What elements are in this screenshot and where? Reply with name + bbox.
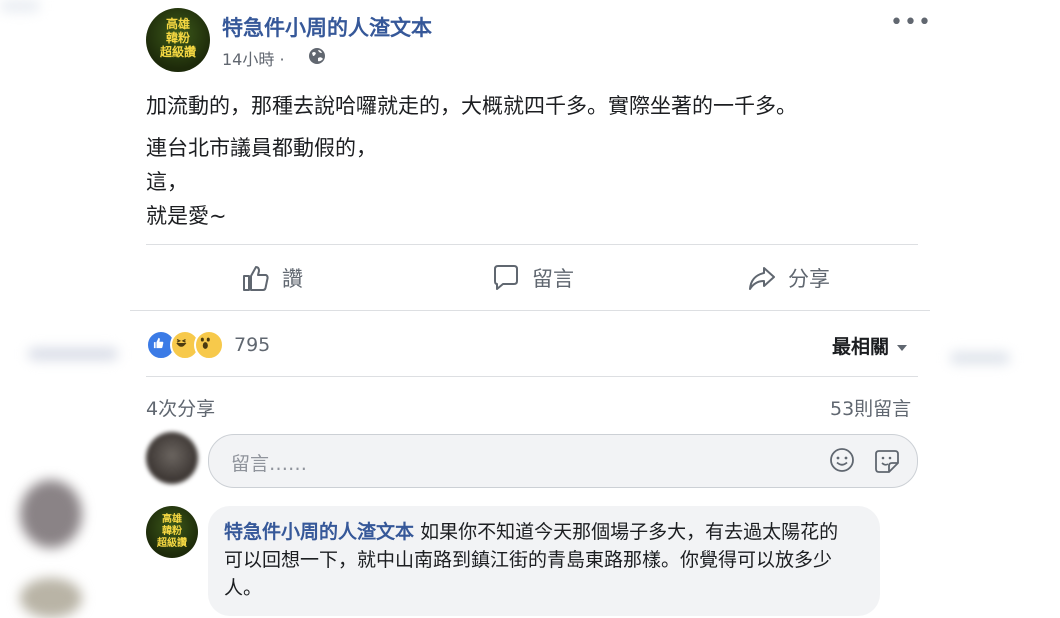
share-button[interactable]: 分享 [746, 260, 830, 296]
divider [146, 376, 918, 377]
caret-down-icon [897, 344, 908, 351]
comment-author[interactable]: 特急件小周的人渣文本 [224, 521, 414, 543]
comment-input[interactable]: 留言…… [208, 434, 918, 488]
comment-placeholder: 留言…… [231, 453, 308, 475]
sort-label: 最相關 [832, 336, 890, 358]
divider [130, 310, 930, 311]
share-count-link[interactable]: 4次分享 [146, 394, 215, 421]
user-avatar [146, 432, 198, 484]
avatar-text: 韓粉 [165, 31, 190, 45]
blurred-avatar [20, 578, 82, 618]
comment-label: 留言 [532, 267, 574, 291]
blurred-background [0, 0, 40, 12]
reply-author-avatar[interactable]: 高雄 韓粉 超級讚 [146, 506, 198, 558]
post-card: 高雄 韓粉 超級讚 特急件小周的人渣文本 14小時 · ••• 加流動的，那種去… [130, 0, 932, 616]
avatar-text: 超級讚 [159, 45, 196, 59]
like-button[interactable]: 讚 [240, 260, 303, 296]
avatar-text: 超級讚 [157, 538, 187, 549]
comment-count-link[interactable]: 53則留言 [830, 394, 911, 421]
avatar-text: 韓粉 [162, 526, 182, 537]
author-name[interactable]: 特急件小周的人渣文本 [222, 12, 432, 42]
like-label: 讚 [282, 267, 303, 291]
share-label: 分享 [788, 267, 830, 291]
blurred-background [950, 352, 1010, 364]
blurred-background [28, 348, 118, 360]
post-body-line: 加流動的，那種去說哈囉就走的，大概就四千多。實際坐著的一千多。 [146, 94, 797, 118]
post-body-line: 就是愛~ [146, 204, 227, 228]
post-body-line: 這， [146, 170, 188, 194]
wow-reaction-icon [194, 330, 224, 360]
reactions-summary[interactable]: 795 [146, 330, 270, 360]
comment-body: 特急件小周的人渣文本 如果你不知道今天那個場子多大，有去過太陽花的可以回想一下，… [224, 518, 854, 602]
post-body-line: 連台北市議員都動假的， [146, 136, 377, 160]
comment-button[interactable]: 留言 [490, 260, 574, 296]
avatar-text: 高雄 [162, 514, 182, 525]
sticker-icon[interactable] [873, 447, 901, 475]
comment-bubble-icon [494, 265, 518, 290]
sort-dropdown[interactable]: 最相關 [832, 332, 908, 359]
avatar-text: 高雄 [165, 17, 190, 31]
more-options-icon[interactable]: ••• [890, 10, 932, 35]
post-timestamp[interactable]: 14小時 · [222, 46, 285, 70]
comment-bubble: 特急件小周的人渣文本 如果你不知道今天那個場子多大，有去過太陽花的可以回想一下，… [208, 506, 880, 616]
reaction-count: 795 [234, 334, 271, 356]
blurred-avatar [20, 480, 82, 548]
divider [146, 244, 918, 245]
share-arrow-icon [749, 267, 775, 290]
thumbs-up-icon [243, 266, 269, 291]
author-avatar[interactable]: 高雄 韓粉 超級讚 [146, 8, 210, 72]
globe-icon[interactable] [308, 47, 326, 65]
emoji-icon[interactable] [829, 447, 855, 473]
